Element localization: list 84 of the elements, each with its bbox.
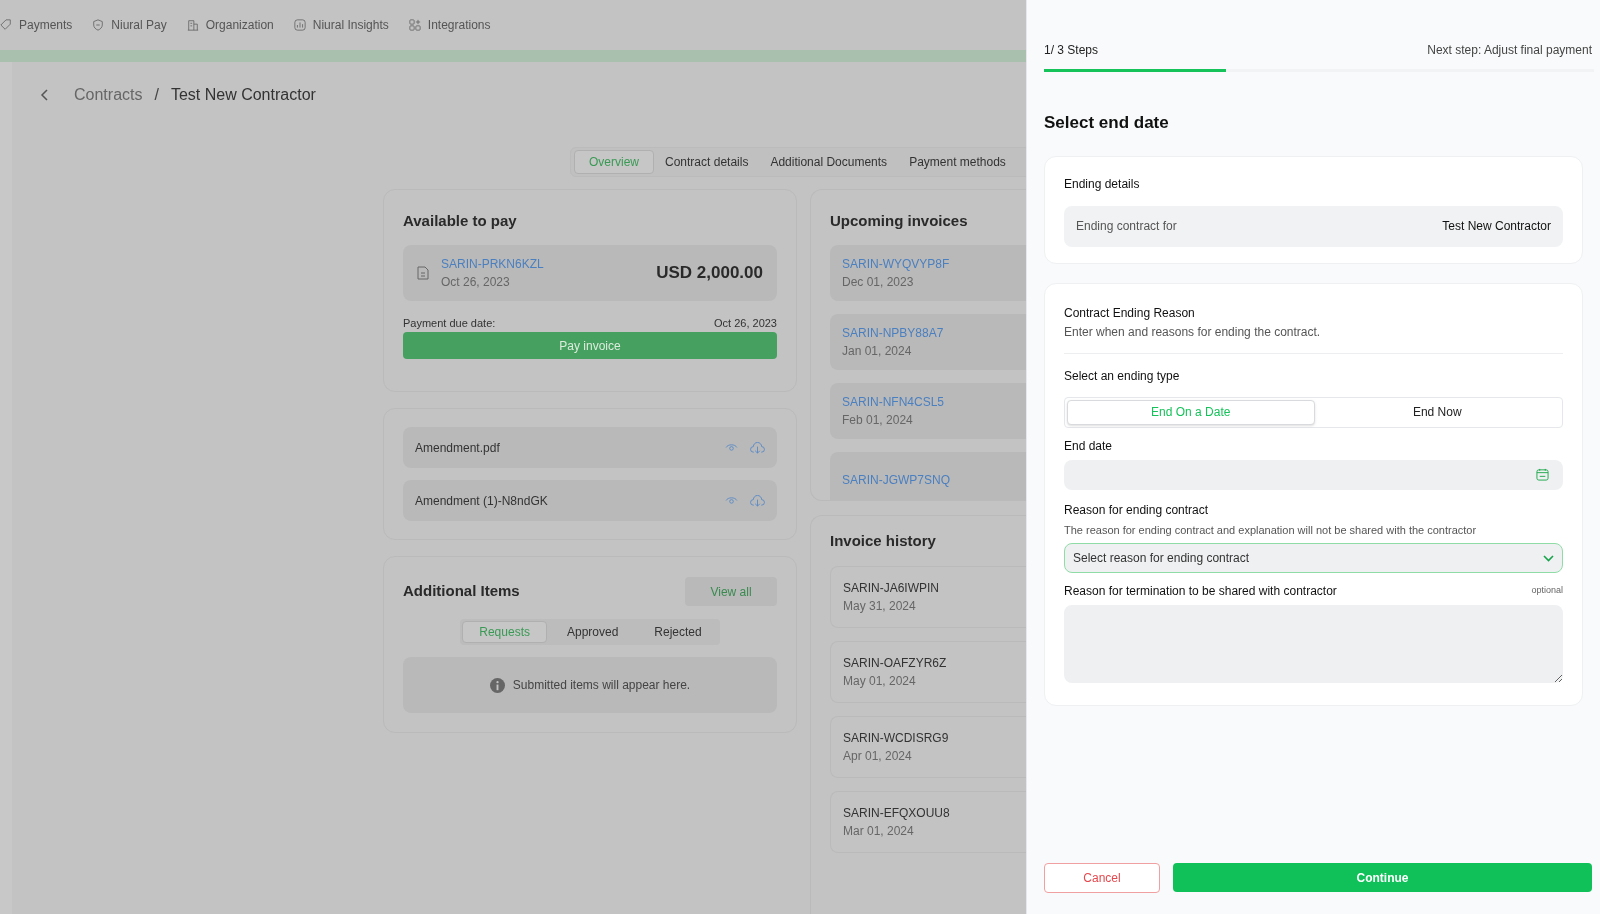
optional-label: optional	[1531, 584, 1563, 598]
field-label: Reason for ending contract	[1064, 501, 1210, 519]
apps-icon	[408, 19, 421, 31]
nav-link[interactable]: Payments	[19, 16, 73, 34]
segment-option[interactable]: End On a Date	[1067, 399, 1315, 425]
invoice-link[interactable]: SARIN-JGWP7SNQ	[842, 470, 1026, 489]
view-all-button[interactable]: View all	[685, 577, 777, 606]
chart-icon	[293, 19, 306, 31]
field-hint: The reason for ending contract and explanation will not be shared with the contractor	[1064, 522, 1478, 538]
breadcrumb-current: Test New Contractor	[170, 85, 316, 105]
info-icon	[489, 677, 505, 693]
invoice-id: SARIN-EFQXOUU8	[843, 804, 951, 822]
nav-link[interactable]: Niural Insights	[312, 16, 389, 34]
document-name: Amendment (1)-N8ndGK	[415, 492, 548, 510]
date-field[interactable]	[1064, 459, 1563, 490]
tab[interactable]: Approved	[550, 621, 635, 643]
breadcrumb-link[interactable]: Contracts	[74, 83, 143, 107]
due-date-label: Payment due date:	[403, 315, 496, 331]
card-title: Additional Items	[403, 581, 520, 602]
invoice-date: Oct 26, 2023	[441, 273, 511, 291]
cloud-download-icon[interactable]	[750, 494, 765, 507]
invoice-id: SARIN-OAFZYR6Z	[843, 654, 948, 672]
invoice-card[interactable]: SARIN-NPBY88A7 Jan 01, 2024	[830, 313, 1026, 370]
invoice-amount: USD 2,000.00	[656, 261, 763, 284]
pay-invoice-button[interactable]: Pay invoice	[403, 332, 777, 359]
section-title: Contract Ending Reason	[1064, 304, 1196, 322]
field-label: Select an ending type	[1064, 367, 1181, 385]
nav-link[interactable]: Organization	[205, 16, 274, 34]
info-value: Test New Contractor	[1442, 218, 1551, 235]
nav-link[interactable]: Integrations	[427, 16, 491, 34]
eye-icon[interactable]	[725, 443, 738, 452]
card-title: Upcoming invoices	[830, 211, 969, 231]
info-label: Ending contract for	[1076, 218, 1177, 235]
building-icon	[186, 19, 199, 31]
termination-reason-field[interactable]	[1064, 605, 1563, 683]
invoice-date: Mar 01, 2024	[843, 822, 915, 840]
nav-link[interactable]: Niural Pay	[111, 16, 167, 34]
shield-icon	[92, 19, 105, 31]
cancel-button[interactable]: Cancel	[1044, 863, 1160, 893]
invoice-date: May 01, 2024	[843, 672, 917, 690]
invoice-link[interactable]: SARIN-NFN4CSL5	[842, 392, 1026, 411]
tag-icon	[0, 19, 12, 31]
invoice-date: Feb 01, 2024	[842, 411, 914, 429]
continue-button[interactable]: Continue	[1173, 863, 1592, 892]
tab[interactable]: Overview	[574, 150, 654, 174]
section-subtitle: Enter when and reasons for ending the contract.	[1064, 323, 1322, 341]
invoice-id: SARIN-WCDISRG9	[843, 729, 950, 747]
next-step-label: Next step: Adjust final payment	[1427, 42, 1592, 59]
back-icon[interactable]	[40, 88, 50, 102]
chevron-down-icon	[1543, 554, 1554, 562]
invoice-link[interactable]: SARIN-NPBY88A7	[842, 323, 1026, 342]
segment-option[interactable]: End Now	[1314, 399, 1560, 425]
tab[interactable]: Additional Documents	[759, 150, 899, 174]
invoice-link[interactable]: SARIN-PRKN6KZL	[441, 254, 544, 273]
tab[interactable]: Payment methods	[898, 150, 1017, 174]
panel-title: Select end date	[1044, 112, 1170, 134]
card-title: Invoice history	[830, 531, 937, 551]
breadcrumb-separator: /	[154, 85, 159, 105]
invoice-link[interactable]: SARIN-WYQVYP8F	[842, 254, 1026, 273]
eye-icon[interactable]	[725, 496, 738, 505]
invoice-date: Jan 01, 2024	[842, 342, 913, 360]
cloud-download-icon[interactable]	[750, 441, 765, 454]
field-label: End date	[1064, 437, 1114, 455]
invoice-date: May 31, 2024	[843, 597, 917, 615]
invoice-date: Apr 01, 2024	[843, 747, 913, 765]
invoice-card[interactable]: SARIN-NFN4CSL5 Feb 01, 2024	[830, 382, 1026, 439]
tab[interactable]: Requests	[462, 621, 547, 643]
reason-dropdown[interactable]: Select reason for ending contract	[1064, 543, 1563, 573]
invoice-card[interactable]: SARIN-JGWP7SNQ	[830, 451, 1026, 500]
dropdown-placeholder: Select reason for ending contract	[1073, 550, 1250, 567]
calendar-icon[interactable]	[1536, 468, 1549, 481]
tab[interactable]: Contract details	[654, 150, 760, 174]
invoice-id: SARIN-JA6IWPIN	[843, 579, 940, 597]
invoice-card[interactable]: SARIN-WYQVYP8F Dec 01, 2023	[830, 244, 1026, 301]
empty-message: Submitted items will appear here.	[512, 677, 691, 694]
field-label: Reason for termination to be shared with contractor	[1064, 583, 1337, 600]
invoice-date: Dec 01, 2023	[842, 273, 915, 291]
document-icon	[417, 265, 429, 280]
document-name: Amendment.pdf	[415, 439, 500, 457]
step-counter: 1/ 3 Steps	[1044, 42, 1099, 59]
due-date: Oct 26, 2023	[714, 315, 777, 331]
section-title: Ending details	[1064, 175, 1141, 193]
tab[interactable]: Rejected	[638, 621, 718, 643]
card-title: Available to pay	[403, 211, 518, 231]
